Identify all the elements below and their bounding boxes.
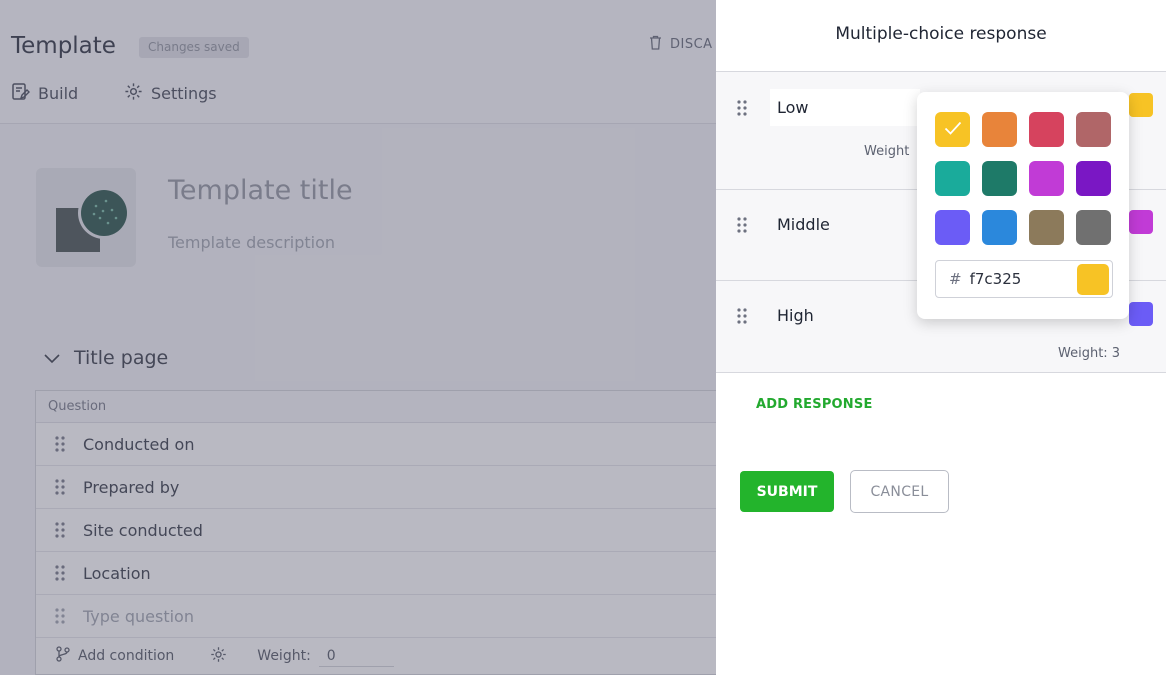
- color-swatch[interactable]: [1029, 161, 1064, 196]
- response-label: High: [777, 306, 814, 325]
- color-swatch[interactable]: [1076, 210, 1111, 245]
- cancel-button[interactable]: CANCEL: [850, 470, 949, 513]
- color-swatch[interactable]: [935, 210, 970, 245]
- color-preview: [1077, 264, 1109, 295]
- color-swatch[interactable]: [982, 161, 1017, 196]
- color-swatch[interactable]: [982, 210, 1017, 245]
- check-icon: [944, 120, 962, 139]
- response-weight: Weight: [864, 144, 910, 159]
- color-swatch[interactable]: [1076, 161, 1111, 196]
- hex-color-input[interactable]: # f7c325: [935, 260, 1113, 298]
- color-picker-popover: # f7c325: [917, 92, 1129, 319]
- color-swatch[interactable]: [935, 161, 970, 196]
- color-swatch[interactable]: [982, 112, 1017, 147]
- response-color-button[interactable]: [1129, 93, 1153, 117]
- panel-title: Multiple-choice response: [835, 24, 1047, 44]
- hex-value: f7c325: [969, 270, 1022, 288]
- response-label: Low: [777, 98, 809, 117]
- drag-handle-icon[interactable]: [737, 217, 747, 237]
- submit-button[interactable]: SUBMIT: [740, 471, 834, 512]
- color-swatch[interactable]: [1076, 112, 1111, 147]
- drag-handle-icon[interactable]: [737, 100, 747, 120]
- drag-handle-icon[interactable]: [737, 308, 747, 328]
- hex-prefix: #: [949, 270, 962, 288]
- color-swatch[interactable]: [1029, 210, 1064, 245]
- response-weight: Weight: 3: [1058, 346, 1121, 361]
- color-swatch[interactable]: [1029, 112, 1064, 147]
- response-color-button[interactable]: [1129, 302, 1153, 326]
- response-label: Middle: [777, 215, 830, 234]
- color-swatch[interactable]: [935, 112, 970, 147]
- add-response-button[interactable]: ADD RESPONSE: [756, 397, 873, 412]
- response-color-button[interactable]: [1129, 210, 1153, 234]
